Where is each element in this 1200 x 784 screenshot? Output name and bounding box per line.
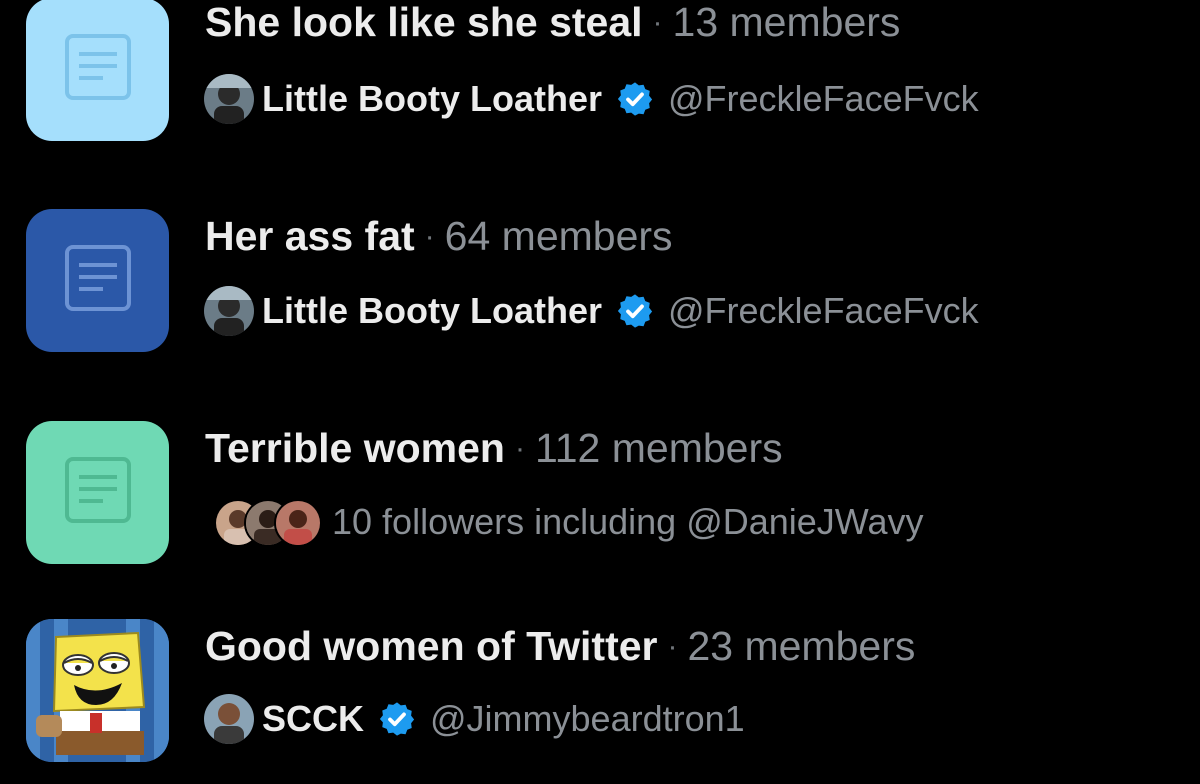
list-cover-icon: [26, 209, 169, 352]
list-title-line[interactable]: She look like she steal · 13 members: [205, 0, 900, 51]
list-cover-image: [26, 619, 169, 762]
list-title[interactable]: Terrible women: [205, 425, 505, 471]
owner-name[interactable]: Little Booty Loather: [262, 78, 602, 120]
verified-badge-icon: [617, 82, 653, 116]
list-owner[interactable]: SCCK @Jimmybeardtron1: [204, 694, 745, 744]
document-icon: [65, 457, 131, 523]
verified-badge-icon: [617, 294, 653, 328]
list-title-line[interactable]: Good women of Twitter · 23 members: [205, 622, 915, 675]
list-item[interactable]: She look like she steal · 13 members Littl…: [0, 0, 1200, 160]
follower-avatars: [214, 499, 324, 547]
owner-name[interactable]: SCCK: [262, 698, 364, 740]
list-owner[interactable]: Little Booty Loather @FreckleFaceFvck: [204, 74, 979, 124]
list-cover-icon: [26, 0, 169, 141]
document-icon: [65, 245, 131, 311]
owner-handle[interactable]: @FreckleFaceFvck: [668, 78, 979, 120]
separator-dot: ·: [424, 220, 435, 253]
list-cover-icon: [26, 421, 169, 564]
separator-dot: ·: [652, 6, 663, 39]
member-count: 64 members: [444, 213, 673, 259]
list-item[interactable]: Good women of Twitter · 23 members SCCK @J…: [0, 614, 1200, 784]
avatar[interactable]: [204, 286, 254, 336]
followers-text[interactable]: 10 followers including @DanieJWavy: [332, 501, 923, 543]
verified-badge-icon: [379, 702, 415, 736]
owner-name[interactable]: Little Booty Loather: [262, 290, 602, 332]
document-icon: [65, 34, 131, 100]
avatar[interactable]: [204, 74, 254, 124]
member-count: 112 members: [534, 425, 783, 471]
list-title[interactable]: Her ass fat: [205, 213, 415, 259]
avatar[interactable]: [204, 694, 254, 744]
spongebob-image-icon: [26, 619, 169, 762]
separator-dot: ·: [514, 432, 525, 465]
list-item[interactable]: Her ass fat · 64 members Little Booty Loat…: [0, 202, 1200, 372]
followers-summary[interactable]: 10 followers including @DanieJWavy: [214, 497, 923, 547]
list-title[interactable]: She look like she steal: [205, 0, 643, 45]
separator-dot: ·: [667, 630, 678, 663]
list-title-line[interactable]: Terrible women · 112 members: [205, 424, 783, 477]
member-count: 13 members: [672, 0, 901, 45]
list-owner[interactable]: Little Booty Loather @FreckleFaceFvck: [204, 286, 979, 336]
owner-handle[interactable]: @Jimmybeardtron1: [430, 698, 745, 740]
follower-avatar: [274, 499, 322, 547]
member-count: 23 members: [687, 623, 916, 669]
list-title[interactable]: Good women of Twitter: [205, 623, 657, 669]
list-item[interactable]: Terrible women · 112 members 10 followers …: [0, 414, 1200, 584]
list-title-line[interactable]: Her ass fat · 64 members: [205, 212, 673, 265]
owner-handle[interactable]: @FreckleFaceFvck: [668, 290, 979, 332]
